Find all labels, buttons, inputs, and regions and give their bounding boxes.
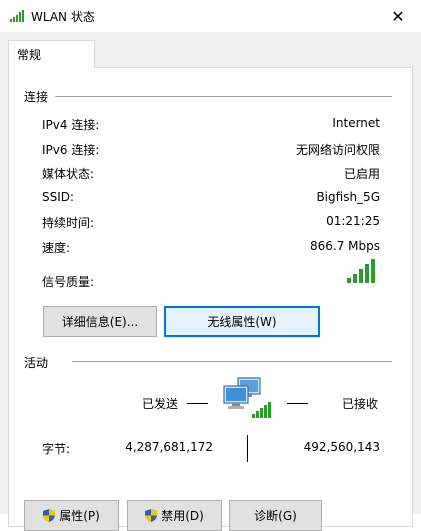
- signal-quality-label: 信号质量:: [42, 275, 95, 289]
- details-button[interactable]: 详细信息(E)...: [43, 306, 157, 337]
- disable-button[interactable]: 禁用(D): [127, 500, 222, 531]
- wireless-properties-label: 无线属性(W): [207, 315, 277, 329]
- wireless-properties-button[interactable]: 无线属性(W): [164, 306, 320, 337]
- close-icon: ✕: [391, 6, 405, 26]
- ipv4-value: Internet: [332, 116, 380, 130]
- properties-label: 属性(P): [59, 509, 100, 523]
- ipv6-value: 无网络访问权限: [295, 143, 380, 157]
- properties-button[interactable]: 属性(P): [24, 500, 119, 531]
- activity-section-label: 活动: [24, 356, 49, 370]
- received-label: 已接收: [342, 397, 379, 411]
- diagnose-button[interactable]: 诊断(G): [229, 500, 322, 531]
- window-title: WLAN 状态: [31, 10, 95, 24]
- uac-shield-icon: [43, 509, 56, 522]
- duration-label: 持续时间:: [42, 216, 95, 230]
- speed-value: 866.7 Mbps: [309, 239, 380, 253]
- title-bar: WLAN 状态 ✕: [0, 0, 421, 32]
- close-button[interactable]: ✕: [375, 0, 421, 32]
- ssid-value: Bigfish_5G: [316, 190, 380, 204]
- disable-label: 禁用(D): [161, 509, 204, 523]
- duration-value: 01:21:25: [326, 214, 380, 228]
- ipv4-label: IPv4 连接:: [42, 118, 100, 132]
- bytes-separator: [247, 435, 248, 462]
- tab-panel: [8, 67, 413, 527]
- tab-general-label: 常规: [17, 48, 42, 62]
- sent-label: 已发送: [142, 397, 179, 411]
- media-state-label: 媒体状态:: [42, 167, 95, 181]
- tab-general[interactable]: 常规: [8, 40, 95, 68]
- bytes-sent-value: 4,287,681,172: [125, 440, 213, 454]
- signal-strength-icon: [347, 259, 375, 283]
- ssid-label: SSID:: [42, 190, 75, 204]
- bytes-received-value: 492,560,143: [303, 440, 380, 454]
- received-dash: [287, 403, 308, 404]
- details-button-label: 详细信息(E)...: [61, 315, 139, 329]
- network-computers-icon: [223, 377, 271, 418]
- diagnose-label: 诊断(G): [254, 509, 297, 523]
- speed-label: 速度:: [42, 241, 71, 255]
- wifi-signal-icon: [10, 10, 24, 22]
- connection-section-label: 连接: [24, 90, 49, 104]
- bytes-label: 字节:: [42, 442, 71, 456]
- sent-dash: [187, 403, 208, 404]
- uac-shield-icon: [145, 509, 158, 522]
- activity-divider: [72, 361, 392, 362]
- connection-divider: [55, 96, 392, 97]
- ipv6-label: IPv6 连接:: [42, 143, 100, 157]
- media-state-value: 已启用: [343, 167, 380, 181]
